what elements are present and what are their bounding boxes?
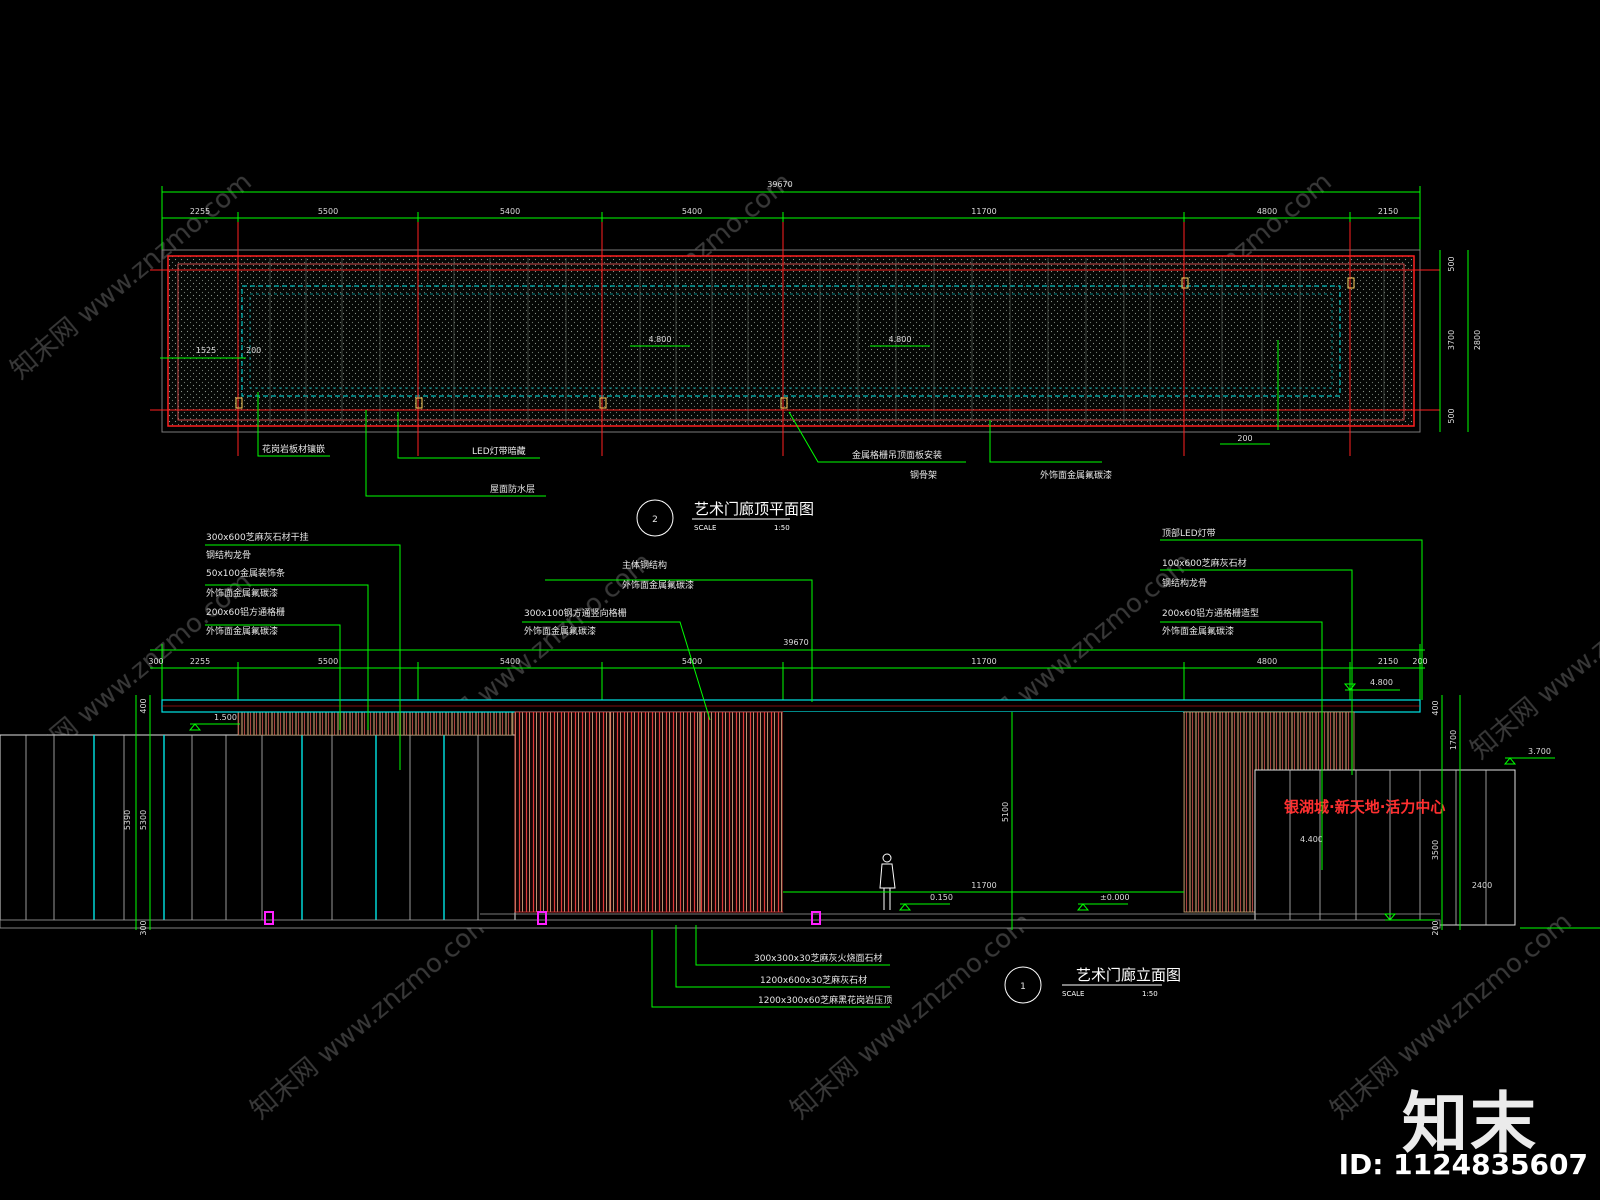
elev-scale-word: SCALE: [1062, 990, 1084, 998]
elev-callout-right-5: 外饰面金属氟碳漆: [1162, 625, 1234, 637]
image-id-label: ID: 1124835607: [1338, 1148, 1588, 1181]
watermark-text: 知末网 www.znzmo.com: [785, 907, 1037, 1126]
elev-level-5: ±0.000: [1100, 893, 1130, 902]
plan-elev-mark-1: 4.800: [649, 335, 672, 344]
elev-dim-7: 4800: [1257, 657, 1277, 666]
elev-callout-right-4: 200x60铝方通格栅造型: [1162, 607, 1259, 619]
plan-seg-dim-1: 2255: [190, 207, 210, 216]
elev-callout-mid-3: 300x100钢方通竖向格栅: [524, 607, 627, 619]
elev-callout-mid-4: 外饰面金属氟碳漆: [524, 625, 596, 637]
elev-level-4: 0.150: [930, 893, 953, 902]
elev-callout-left-4: 外饰面金属氟碳漆: [206, 587, 278, 599]
plan-bottom-note: 200: [1237, 434, 1252, 443]
plan-title: 艺术门廊顶平面图: [694, 500, 814, 518]
elev-center-dim-3: 2400: [1472, 881, 1492, 890]
plan-right-dim-3: 500: [1447, 408, 1456, 423]
plan-seg-dim-6: 4800: [1257, 207, 1277, 216]
elev-left-dim-4: 300: [139, 920, 148, 935]
elev-level-3: 3.700: [1528, 747, 1551, 756]
elevation-title: 艺术门廊立面图: [1076, 966, 1181, 984]
elev-callout-bottom-3: 1200x300x60芝麻黑花岗岩压顶: [758, 994, 892, 1006]
elev-right-dim-3: 3500: [1431, 840, 1440, 860]
elev-left-dim-3: 400: [139, 698, 148, 713]
elev-callout-right-1: 顶部LED灯带: [1162, 527, 1216, 539]
plan-title-number: 2: [652, 515, 658, 525]
elevation-title-block: 1 艺术门廊立面图 SCALE 1:50: [1004, 966, 1181, 1004]
plan-seg-dim-3: 5400: [500, 207, 520, 216]
elev-dim-9: 200: [1412, 657, 1427, 666]
elev-dim-2: 2255: [190, 657, 210, 666]
elev-callout-left-1: 300x600芝麻灰石材干挂: [206, 531, 309, 543]
elev-callout-left-2: 钢结构龙骨: [206, 549, 251, 561]
cad-drawing-canvas: 知末网 www.znzmo.com 知末网 www.znzmo.com 知末网 …: [0, 167, 1600, 1126]
elev-callout-right-3: 钢结构龙骨: [1162, 577, 1207, 589]
elev-left-dim-1: 5390: [123, 810, 132, 830]
elev-level-6: 4.400: [1300, 835, 1323, 844]
elev-dim-1: 300: [148, 657, 163, 666]
watermark-text: 知末网 www.znzmo.com: [245, 907, 497, 1126]
elev-level-1: 4.800: [1370, 678, 1393, 687]
plan-right-dim-2: 3700: [1447, 330, 1456, 350]
elev-right-dim-2: 1700: [1449, 730, 1458, 750]
elev-callout-left-3: 50x100金属装饰条: [206, 567, 285, 579]
plan-scale-word: SCALE: [694, 524, 716, 532]
plan-elev-mark-2: 4.800: [889, 335, 912, 344]
elev-right-dim-4: 200: [1431, 920, 1440, 935]
elev-center-dim-2: 11700: [971, 881, 996, 890]
plan-callout-5: 钢骨架: [910, 469, 937, 481]
elev-overall-dim: 39670: [783, 638, 808, 647]
elev-dim-8: 2150: [1378, 657, 1398, 666]
elev-callout-bottom-1: 300x300x30芝麻灰火烧面石材: [754, 952, 882, 964]
elev-center-dim-1: 5100: [1001, 802, 1010, 822]
plan-right-dim-4: 2800: [1473, 330, 1482, 350]
elev-dim-3: 5500: [318, 657, 338, 666]
plan-right-dim-1: 500: [1447, 256, 1456, 271]
elev-callout-mid-1: 主体钢结构: [622, 559, 667, 571]
plan-seg-dim-5: 11700: [971, 207, 996, 216]
plan-seg-dim-4: 5400: [682, 207, 702, 216]
elev-left-dim-2: 5300: [139, 810, 148, 830]
elev-scale-value: 1:50: [1142, 990, 1158, 998]
elev-title-number: 1: [1020, 982, 1026, 992]
plan-left-note: 1525: [196, 346, 216, 355]
elev-callout-left-5: 200x60铝方通格栅: [206, 606, 285, 618]
plan-callout-1: 花岗岩板材镶嵌: [262, 443, 325, 455]
plan-callout-4: 金属格栅吊顶面板安装: [852, 449, 942, 461]
plan-callout-2: LED灯带暗藏: [472, 445, 526, 457]
elev-dim-6: 11700: [971, 657, 996, 666]
watermark-text: 知末网 www.znzmo.com: [1465, 547, 1600, 766]
plan-seg-dim-7: 2150: [1378, 207, 1398, 216]
plan-scale-value: 1:50: [774, 524, 790, 532]
elev-callout-left-6: 外饰面金属氟碳漆: [206, 625, 278, 637]
plan-callout-6: 外饰面金属氟碳漆: [1040, 469, 1112, 481]
elev-right-dim-1: 400: [1431, 700, 1440, 715]
plan-callout-3: 屋面防水层: [490, 483, 535, 495]
plan-left-note-b: 200: [246, 346, 261, 355]
elev-callout-mid-2: 外饰面金属氟碳漆: [622, 579, 694, 591]
sign-text: 银湖城·新天地·活力中心: [1284, 798, 1445, 816]
plan-seg-dim-2: 5500: [318, 207, 338, 216]
plan-title-block: 2 艺术门廊顶平面图 SCALE 1:50: [636, 499, 814, 537]
elev-dim-4: 5400: [500, 657, 520, 666]
elev-callout-bottom-2: 1200x600x30芝麻灰石材: [760, 974, 867, 986]
elev-callout-right-2: 100x600芝麻灰石材: [1162, 557, 1247, 569]
elev-level-2: 1.500: [214, 713, 237, 722]
plan-overall-dim: 39670: [767, 180, 792, 189]
